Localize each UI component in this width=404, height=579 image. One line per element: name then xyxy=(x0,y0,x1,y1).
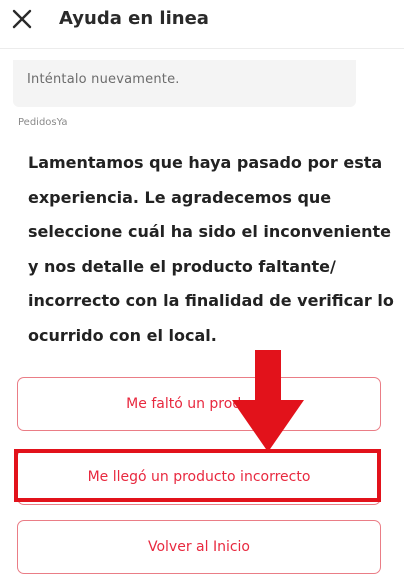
back-home-button[interactable]: Volver al Inicio xyxy=(17,520,381,574)
sender-label: PedidosYa xyxy=(18,117,68,128)
wrong-product-button[interactable]: Me llegó un producto incorrecto xyxy=(17,449,381,505)
page-title: Ayuda en linea xyxy=(59,8,209,29)
previous-message-text: Inténtalo nuevamente. xyxy=(27,72,180,87)
header: Ayuda en linea xyxy=(0,0,404,44)
message-line: Lamentamos que haya pasado por esta xyxy=(28,153,383,172)
message-line: ocurrido con el local. xyxy=(28,325,217,345)
message-line: incorrecto con la finalidad de verificar… xyxy=(28,291,394,310)
message-line: seleccione cuál ha sido el inconveniente xyxy=(28,222,392,241)
header-divider xyxy=(0,48,404,49)
message-line: y nos detalle el producto faltante/ xyxy=(28,256,336,276)
bot-message: Lamentamos que haya pasado por esta expe… xyxy=(28,146,398,353)
close-icon[interactable] xyxy=(11,8,33,30)
previous-message-bubble: Inténtalo nuevamente. xyxy=(13,60,356,107)
message-line: experiencia. Le agradecemos que xyxy=(28,187,332,207)
missing-product-button[interactable]: Me faltó un producto xyxy=(17,377,381,431)
